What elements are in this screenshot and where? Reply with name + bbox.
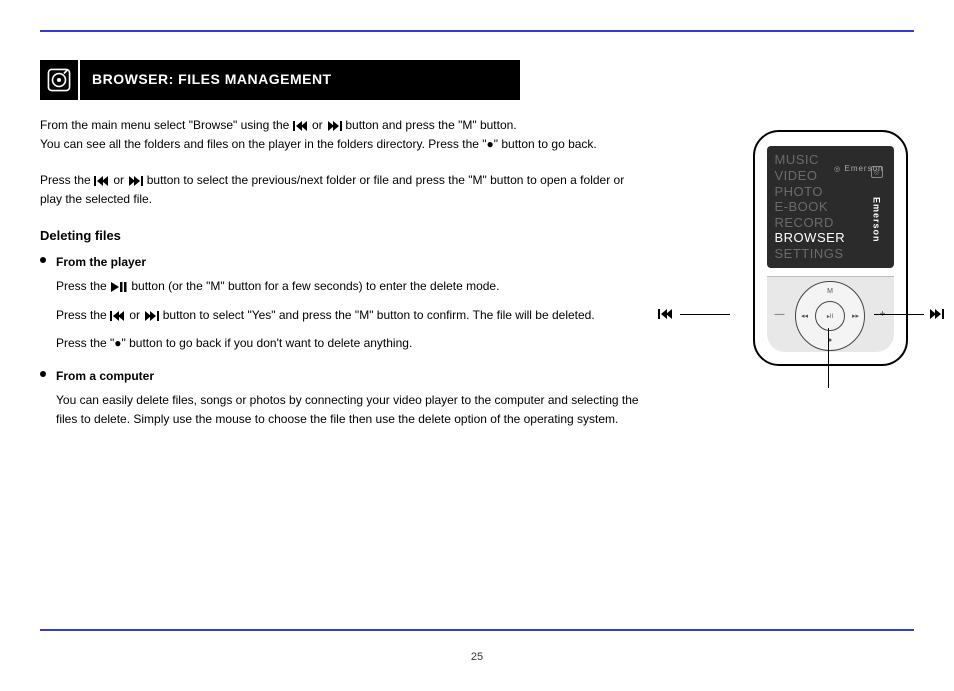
body-text: BROWSER: FILES MANAGEMENT From the main … [40, 60, 640, 443]
page-number: 25 [0, 651, 954, 663]
prev-icon [293, 119, 309, 131]
fp1-a: Press the [56, 279, 110, 293]
menu-item-record: RECORD [775, 215, 868, 231]
section-title: BROWSER: FILES MANAGEMENT [80, 69, 332, 91]
prev-icon [110, 309, 126, 321]
section-header: BROWSER: FILES MANAGEMENT [40, 60, 520, 100]
callout-prev-line [680, 314, 730, 315]
bottom-rule [40, 629, 914, 631]
fp1-b: button (or the "M" button for a few seco… [131, 279, 499, 293]
pc-body: You can easily delete files, songs or ph… [56, 391, 640, 428]
intro-text-a: From the main menu select "Browse" using… [40, 118, 293, 132]
next-icon [326, 119, 342, 131]
play-pause-icon [110, 280, 128, 292]
screen-side-brand: Emerson [872, 197, 882, 243]
fp2-c: button to select "Yes" and press the "M"… [163, 308, 595, 322]
callout-next-line [874, 314, 924, 315]
next-icon [127, 174, 143, 186]
intro-text-c: button and press the "M" button. [345, 118, 516, 132]
deleting-files-heading: Deleting files [40, 226, 640, 246]
pad-minus-icon: — [775, 309, 785, 320]
p2-b: or [113, 173, 127, 187]
menu-item-ebook: E-BOOK [775, 199, 868, 215]
top-rule [40, 30, 914, 32]
wheel-m-icon: M [827, 288, 833, 295]
callout-prev-icon [658, 307, 674, 325]
fp3: Press the "●" button to go back if you d… [56, 334, 640, 353]
fp2-a: Press the [56, 308, 110, 322]
menu-item-photo: PHOTO [775, 184, 868, 200]
from-player-heading: From the player [56, 255, 146, 269]
wheel-next-icon: ▸▸ [852, 312, 859, 320]
device-illustration: ◎ Emerson MUSIC VIDEO PHOTO E-BOOK RECOR… [700, 130, 954, 366]
browser-section-icon [40, 60, 80, 100]
wheel-prev-icon: ◂◂ [801, 312, 808, 320]
prev-icon [94, 174, 110, 186]
menu-item-settings: SETTINGS [775, 246, 868, 262]
callout-play-line [828, 328, 829, 388]
device-wheel: M ● ◂◂ ▸▸ ▸II [795, 281, 865, 351]
intro-text-b: or [312, 118, 326, 132]
callout-next-icon [928, 307, 944, 325]
menu-item-browser: BROWSER [775, 230, 868, 246]
device-screen: ◎ Emerson MUSIC VIDEO PHOTO E-BOOK RECOR… [767, 146, 894, 268]
intro-text-2: You can see all the folders and files on… [40, 137, 597, 151]
fp2-b: or [129, 308, 143, 322]
wheel-center-playpause-icon: ▸II [815, 301, 845, 331]
device-brand-top: ◎ Emerson [767, 164, 884, 173]
p2-a: Press the [40, 173, 94, 187]
from-computer-heading: From a computer [56, 369, 154, 383]
next-icon [143, 309, 159, 321]
